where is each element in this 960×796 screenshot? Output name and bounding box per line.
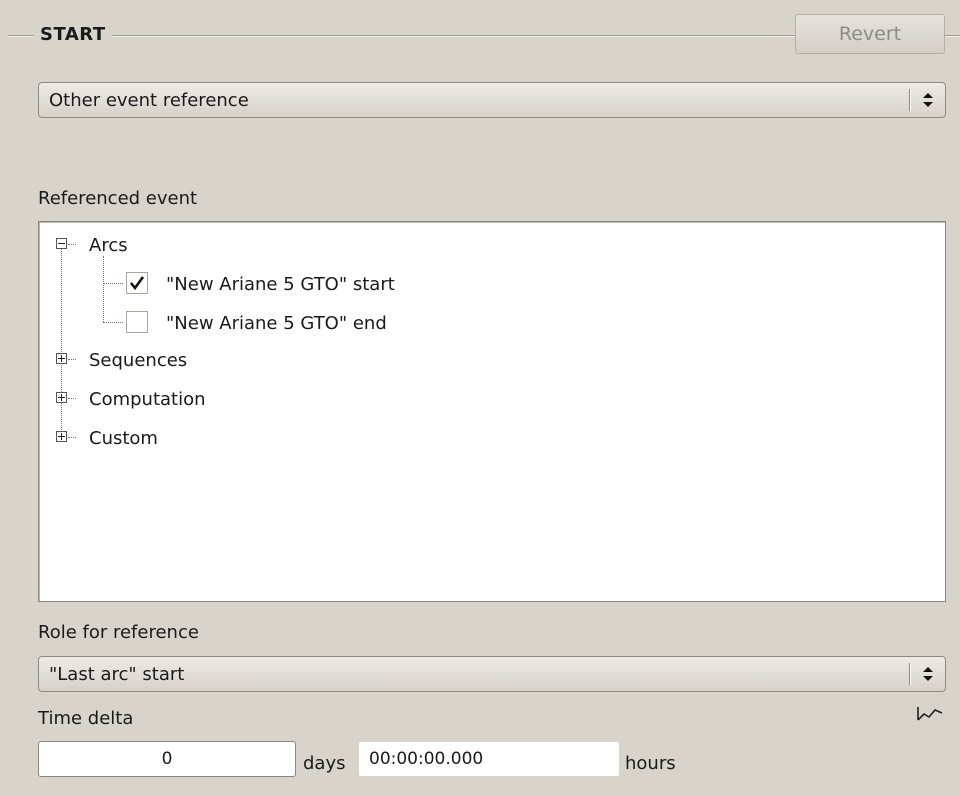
tree-connector-line <box>68 437 76 438</box>
revert-button[interactable]: Revert <box>795 14 945 54</box>
days-input[interactable] <box>38 741 296 777</box>
tree-item-ariane-start[interactable]: "New Ariane 5 GTO" start <box>166 274 395 295</box>
tree-connector-line <box>68 359 76 360</box>
referenced-event-label: Referenced event <box>38 188 198 209</box>
graph-icon[interactable] <box>916 704 944 722</box>
hours-unit-label: hours <box>625 753 676 774</box>
tree-connector-line <box>103 322 123 323</box>
tree-item-arcs[interactable]: Arcs <box>89 235 128 256</box>
start-reference-value: Other event reference <box>49 89 249 111</box>
plus-expander-icon[interactable] <box>56 353 67 364</box>
time-delta-label: Time delta <box>38 708 134 729</box>
checkmark-icon <box>129 276 145 291</box>
plus-expander-icon[interactable] <box>56 392 67 403</box>
tree-item-ariane-end[interactable]: "New Ariane 5 GTO" end <box>166 313 387 334</box>
days-unit-label: days <box>303 753 346 774</box>
tree-item-custom[interactable]: Custom <box>89 428 158 449</box>
tree-connector-line <box>103 283 123 284</box>
tree-connector-line <box>68 244 76 245</box>
up-down-arrows-icon <box>911 657 945 691</box>
tree-item-sequences[interactable]: Sequences <box>89 350 187 371</box>
up-down-arrows-icon <box>911 83 945 117</box>
role-value: "Last arc" start <box>49 663 185 685</box>
tree-connector-line <box>68 398 76 399</box>
role-for-reference-select[interactable]: "Last arc" start <box>38 656 946 692</box>
tree-connector-line <box>61 248 62 438</box>
tree-item-computation[interactable]: Computation <box>89 389 206 410</box>
role-for-reference-label: Role for reference <box>38 622 199 643</box>
checkbox-unchecked[interactable] <box>126 311 148 333</box>
referenced-event-tree[interactable]: Arcs "New Ariane 5 GTO" start "New Arian… <box>38 221 946 602</box>
section-title: START <box>34 24 112 45</box>
start-reference-select[interactable]: Other event reference <box>38 82 946 118</box>
tree-connector-line <box>103 256 104 322</box>
checkbox-checked[interactable] <box>126 272 148 294</box>
hours-input[interactable] <box>358 741 620 777</box>
plus-expander-icon[interactable] <box>56 431 67 442</box>
minus-expander-icon[interactable] <box>56 238 67 249</box>
